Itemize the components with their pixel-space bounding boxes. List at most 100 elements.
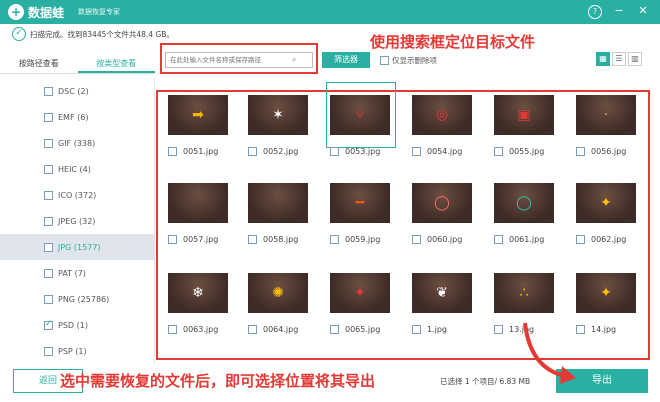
file-thumbnail[interactable]: ❄ [168,273,228,313]
file-checkbox[interactable] [412,325,421,334]
deleted-only-checkbox[interactable] [380,56,389,65]
file-thumbnail[interactable]: ━ [330,183,390,223]
sidebar-item[interactable]: EMF (6) [0,104,154,130]
file-checkbox[interactable] [168,325,177,334]
file-tile[interactable]: ✦ 0062.jpg [572,183,638,244]
file-name: 0061.jpg [509,235,545,244]
file-checkbox[interactable] [168,235,177,244]
sidebar-item-label: DSC (2) [58,86,89,96]
file-checkbox[interactable] [168,147,177,156]
sidebar-item-checkbox[interactable] [44,294,53,304]
file-thumbnail[interactable]: ✦ [576,273,636,313]
file-thumbnail[interactable]: · [576,95,636,135]
sidebar-item-checkbox[interactable] [44,138,53,148]
file-checkbox[interactable] [330,147,339,156]
filter-button[interactable]: 筛选器 [322,52,370,68]
file-tile[interactable]: ▣ 0055.jpg [490,95,556,156]
file-thumbnail[interactable]: ➡ [168,95,228,135]
file-checkbox[interactable] [494,235,503,244]
file-tile[interactable]: ◎ 0054.jpg [408,95,474,156]
close-icon[interactable]: ✕ [636,5,650,19]
file-tile-footer: 0063.jpg [164,325,230,334]
detail-view-icon[interactable]: ▥ [628,52,642,66]
file-thumbnail[interactable]: ✺ [248,273,308,313]
grid-view-icon[interactable]: ▦ [596,52,610,66]
file-checkbox[interactable] [248,235,257,244]
sidebar-item-checkbox[interactable] [44,216,53,226]
tab-by-type[interactable]: 按类型查看 [77,54,155,73]
file-name: 0057.jpg [183,235,219,244]
file-tile[interactable]: ✧ 0053.jpg [326,95,392,156]
sidebar-item-checkbox[interactable] [44,346,53,356]
file-thumbnail[interactable]: ∴ [494,273,554,313]
sidebar-item[interactable]: PNG (25786) [0,286,154,312]
file-thumbnail[interactable] [168,183,228,223]
file-checkbox[interactable] [494,147,503,156]
file-tile[interactable]: ━ 0059.jpg [326,183,392,244]
sidebar-item-checkbox[interactable] [44,319,53,330]
file-tile[interactable]: ❄ 0063.jpg [164,273,230,334]
file-tile[interactable]: 0058.jpg [244,183,310,244]
sidebar-item-checkbox[interactable] [44,190,53,200]
file-name: 0053.jpg [345,147,381,156]
file-checkbox[interactable] [248,147,257,156]
sidebar-item-checkbox[interactable] [44,112,53,122]
file-tile[interactable]: ✦ 14.jpg [572,273,638,334]
file-thumbnail[interactable]: ◯ [494,183,554,223]
file-thumbnail[interactable]: ✶ [248,95,308,135]
file-name: 1.jpg [427,325,448,334]
file-tile-footer: 1.jpg [408,325,474,334]
file-tile-footer: 0053.jpg [326,147,392,156]
sidebar-item[interactable]: ICO (372) [0,182,154,208]
file-checkbox[interactable] [248,325,257,334]
file-thumbnail[interactable]: ❦ [412,273,472,313]
file-checkbox[interactable] [412,147,421,156]
sidebar-item-checkbox[interactable] [44,164,53,174]
sidebar-item-checkbox[interactable] [44,242,53,252]
file-checkbox[interactable] [576,235,585,244]
sidebar-item-checkbox[interactable] [44,268,53,278]
sidebar-item[interactable]: JPEG (32) [0,208,154,234]
search-input[interactable] [170,56,292,64]
file-thumbnail[interactable]: ▣ [494,95,554,135]
sidebar-item[interactable]: PSP (1) [0,338,154,364]
sidebar-item-checkbox[interactable] [44,86,53,96]
deleted-only-option[interactable]: 仅显示删除项 [380,55,437,66]
sidebar-item[interactable]: HEIC (4) [0,156,154,182]
sidebar-item[interactable]: PAT (7) [0,260,154,286]
file-tile[interactable]: ✦ 0065.jpg [326,273,392,334]
file-checkbox[interactable] [330,235,339,244]
list-view-icon[interactable]: ☰ [612,52,626,66]
file-tile[interactable]: ✺ 0064.jpg [244,273,310,334]
help-icon[interactable]: ? [588,5,602,19]
file-checkbox[interactable] [412,235,421,244]
file-thumbnail[interactable]: ✦ [576,183,636,223]
search-icon[interactable]: ⌕ [292,55,296,65]
tab-by-path[interactable]: 按路径查看 [0,54,78,73]
file-tile[interactable]: ◯ 0061.jpg [490,183,556,244]
thumbnail-graphic-icon: ❦ [436,285,448,301]
file-checkbox[interactable] [494,325,503,334]
file-thumbnail[interactable]: ◯ [412,183,472,223]
thumbnail-graphic-icon: · [603,107,609,123]
file-tile[interactable]: ➡ 0051.jpg [164,95,230,156]
sidebar-item[interactable]: GIF (338) [0,130,154,156]
file-thumbnail[interactable]: ✦ [330,273,390,313]
sidebar-item[interactable]: PSD (1) [0,312,154,338]
file-checkbox[interactable] [576,147,585,156]
sidebar-item[interactable]: JPG (1577) [0,234,154,260]
file-tile[interactable]: ❦ 1.jpg [408,273,474,334]
file-name: 0060.jpg [427,235,463,244]
sidebar-item-label: ICO (372) [58,190,97,200]
file-thumbnail[interactable]: ◎ [412,95,472,135]
file-checkbox[interactable] [330,325,339,334]
file-thumbnail[interactable] [248,183,308,223]
file-tile[interactable]: · 0056.jpg [572,95,638,156]
file-thumbnail[interactable]: ✧ [330,95,390,135]
file-tile[interactable]: ✶ 0052.jpg [244,95,310,156]
sidebar-item-label: HEIC (4) [58,164,91,174]
minimize-icon[interactable]: − [612,5,626,19]
file-tile[interactable]: ◯ 0060.jpg [408,183,474,244]
sidebar-item[interactable]: DSC (2) [0,78,154,104]
file-tile[interactable]: 0057.jpg [164,183,230,244]
